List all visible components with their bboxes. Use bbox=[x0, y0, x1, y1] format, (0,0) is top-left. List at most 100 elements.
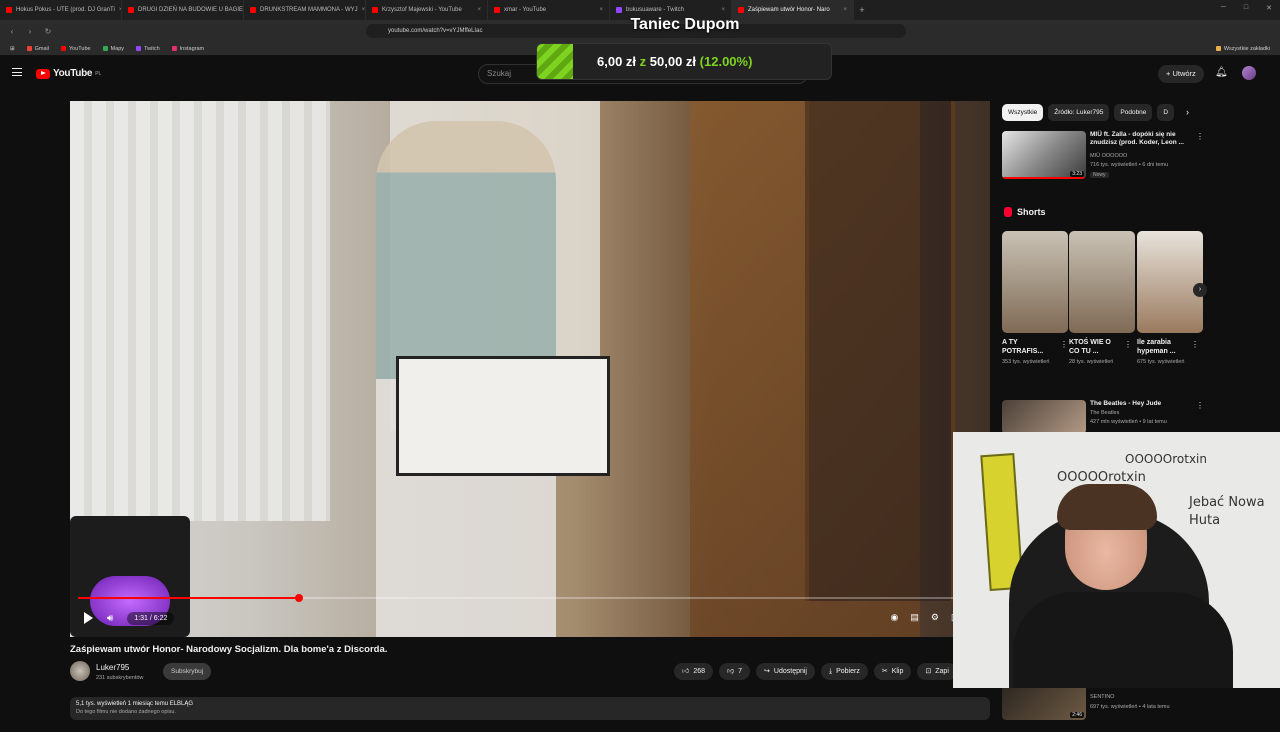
more-options-icon[interactable]: ⋮ bbox=[1191, 340, 1199, 349]
wall-scribble: OOOOOrotxin bbox=[1057, 470, 1146, 485]
back-icon[interactable]: ‹ bbox=[6, 27, 18, 36]
browser-tab[interactable]: xmar - YouTube × bbox=[488, 0, 610, 20]
video-player[interactable]: 🔊︎ 1:31 / 6:22 ◉ ▤ ⚙ ◫ ▭ bbox=[70, 101, 990, 637]
window-controls: ─ □ ✕ bbox=[1221, 4, 1272, 12]
notifications-bell-icon[interactable]: 🔔︎ bbox=[1215, 67, 1228, 79]
short-views: 353 tys. wyświetleń bbox=[1002, 359, 1050, 365]
close-tab-icon[interactable]: × bbox=[599, 7, 603, 13]
short-item[interactable]: A TY POTRAFIS... 353 tys. wyświetleń bbox=[1002, 231, 1068, 366]
menu-icon[interactable] bbox=[12, 68, 22, 76]
share-button[interactable]: ↪ Udostępnij bbox=[756, 663, 815, 680]
bookmark-label: Twitch bbox=[144, 45, 160, 52]
time-display: 1:31 / 6:22 bbox=[127, 611, 175, 625]
recommended-video[interactable]: 3:23 MIÜ ft. Zalla - dopóki się nie znud… bbox=[1002, 131, 1202, 181]
close-tab-icon[interactable]: × bbox=[362, 7, 365, 13]
chip-similar[interactable]: Podobne bbox=[1114, 104, 1153, 121]
close-tab-icon[interactable]: × bbox=[721, 7, 725, 13]
all-bookmarks[interactable]: Wszystkie zakładki bbox=[1215, 45, 1270, 52]
bookmark-instagram[interactable]: Instagram bbox=[171, 46, 204, 52]
folder-icon bbox=[1215, 46, 1221, 51]
description-meta: 5,1 tys. wyświetleń 1 miesiąc temu ELBLĄ… bbox=[76, 701, 194, 707]
short-thumbnail[interactable] bbox=[1137, 231, 1203, 333]
more-options-icon[interactable]: ⋮ bbox=[1196, 401, 1204, 410]
forward-icon[interactable]: › bbox=[24, 27, 36, 36]
chip-all[interactable]: Wszystkie bbox=[1002, 104, 1044, 121]
goal-separator: z bbox=[639, 54, 647, 69]
channel-avatar[interactable] bbox=[70, 661, 90, 681]
create-button[interactable]: + Utwórz bbox=[1158, 65, 1204, 83]
close-window-icon[interactable]: ✕ bbox=[1266, 4, 1272, 12]
video-thumbnail[interactable]: 3:23 bbox=[1002, 131, 1086, 179]
like-button[interactable]: 👍︎ 268 bbox=[674, 663, 714, 680]
chip-more[interactable]: D bbox=[1157, 104, 1175, 121]
browser-tab[interactable]: Hokus Pokus - UTE (prod. DJ GranTi × bbox=[0, 0, 122, 20]
maps-icon bbox=[102, 46, 108, 51]
clip-button[interactable]: ✂ Klip bbox=[873, 663, 912, 680]
save-label: Zapi bbox=[935, 668, 949, 675]
video-progress-bar[interactable] bbox=[78, 594, 982, 602]
subscriber-count: 231 subskrybentów bbox=[96, 675, 144, 681]
autoplay-toggle-icon[interactable]: ◉ bbox=[891, 612, 899, 623]
tab-label: bukusuaware - Twitch bbox=[626, 7, 684, 13]
short-title: KTOŚ WIE O CO TU ... bbox=[1069, 339, 1111, 355]
close-tab-icon[interactable]: × bbox=[477, 7, 481, 13]
download-button[interactable]: ⤓ Pobierz bbox=[820, 663, 868, 680]
filter-chips: Wszystkie Źródło: Luker795 Podobne D bbox=[1002, 104, 1175, 121]
subscribe-button[interactable]: Subskrybuj bbox=[163, 663, 212, 680]
bookmark-label: Wszystkie zakładki bbox=[1223, 45, 1270, 52]
avatar[interactable] bbox=[1242, 66, 1256, 80]
recommended-video[interactable]: 2:46 Sauna SENTINO 697 tys. wyświetleń •… bbox=[1002, 682, 1202, 732]
video-scene-glass-door bbox=[805, 101, 955, 601]
rec-channel: MIÜ ОООООО bbox=[1090, 153, 1128, 159]
youtube-logo[interactable]: YouTube PL bbox=[36, 68, 101, 79]
browser-tab[interactable]: Krzysztof Majewski - YouTube × bbox=[366, 0, 488, 20]
more-options-icon[interactable]: ⋮ bbox=[1060, 340, 1068, 349]
more-options-icon[interactable]: ⋮ bbox=[1124, 340, 1132, 349]
volume-icon[interactable]: 🔊︎ bbox=[107, 613, 113, 624]
chevron-right-icon[interactable]: › bbox=[1186, 107, 1189, 117]
save-button[interactable]: ⊡ Zapi bbox=[917, 663, 957, 680]
tab-label: Hokus Pokus - UTE (prod. DJ GranTi bbox=[16, 7, 115, 13]
dislike-count: 7 bbox=[738, 668, 743, 675]
channel-name[interactable]: Luker795 bbox=[96, 663, 129, 672]
description-box[interactable]: 5,1 tys. wyświetleń 1 miesiąc temu ELBLĄ… bbox=[70, 697, 990, 720]
dislike-button[interactable]: 👎︎ 7 bbox=[719, 663, 751, 680]
progress-scrubber[interactable] bbox=[295, 594, 304, 602]
maximize-icon[interactable]: □ bbox=[1244, 4, 1248, 12]
reload-icon[interactable]: ↻ bbox=[42, 27, 54, 36]
minimize-icon[interactable]: ─ bbox=[1221, 4, 1226, 12]
short-thumbnail[interactable] bbox=[1069, 231, 1135, 333]
rec-title[interactable]: MIÜ ft. Zalla - dopóki się nie znudzisz … bbox=[1090, 131, 1190, 147]
bookmark-gmail[interactable]: Gmail bbox=[26, 46, 49, 52]
chip-source[interactable]: Źródło: Luker795 bbox=[1048, 104, 1110, 121]
shorts-next-icon[interactable]: › bbox=[1193, 283, 1207, 297]
play-icon[interactable] bbox=[84, 612, 93, 624]
settings-gear-icon[interactable]: ⚙ bbox=[931, 612, 939, 623]
scissors-icon: ✂ bbox=[881, 668, 888, 675]
rec-channel: SENTINO bbox=[1090, 694, 1115, 700]
tab-label: DRUNKSTREAM MAMMONA - WYJ bbox=[260, 7, 358, 13]
new-tab-icon[interactable]: + bbox=[854, 5, 870, 15]
browser-tab[interactable]: DRUGI DZIEŃ NA BUDOWIE U BAGIE× bbox=[122, 0, 244, 20]
subtitles-icon[interactable]: ▤ bbox=[910, 612, 919, 623]
shorts-label: Shorts bbox=[1017, 207, 1046, 217]
youtube-favicon-icon bbox=[250, 7, 256, 13]
twitch-icon bbox=[136, 46, 142, 51]
youtube-play-icon bbox=[36, 68, 50, 79]
browser-tab[interactable]: DRUNKSTREAM MAMMONA - WYJ × bbox=[244, 0, 366, 20]
video-scene-music-stand bbox=[396, 356, 610, 476]
short-thumbnail[interactable] bbox=[1002, 231, 1068, 333]
video-thumbnail[interactable] bbox=[1002, 400, 1086, 434]
rec-title[interactable]: The Beatles - Hey Jude bbox=[1090, 400, 1190, 408]
goal-current: 6,00 zł bbox=[597, 54, 637, 69]
bookmark-twitch[interactable]: Twitch bbox=[136, 46, 160, 52]
share-icon: ↪ bbox=[764, 668, 770, 675]
shorts-header: Shorts bbox=[1004, 207, 1046, 217]
close-tab-icon[interactable]: × bbox=[843, 7, 847, 13]
bookmark-youtube[interactable]: YouTube bbox=[60, 46, 91, 52]
region-code: PL bbox=[95, 70, 102, 77]
goal-fill bbox=[537, 44, 573, 79]
more-options-icon[interactable]: ⋮ bbox=[1196, 132, 1204, 141]
apps-grid-icon[interactable]: ⊞ bbox=[10, 46, 15, 52]
bookmark-maps[interactable]: Mapy bbox=[102, 46, 124, 52]
